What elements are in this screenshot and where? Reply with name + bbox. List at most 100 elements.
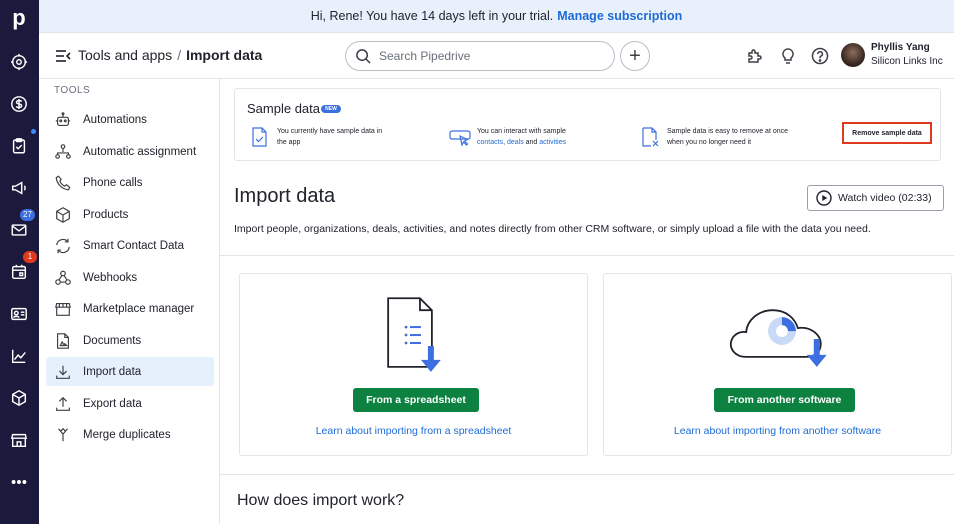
deals-link[interactable]: deals <box>507 139 524 146</box>
extensions-puzzle-icon[interactable] <box>745 46 765 66</box>
marketplace-store-icon[interactable] <box>8 429 30 451</box>
breadcrumb: Tools and apps / Import data <box>78 47 262 63</box>
sidebar-item-label: Export data <box>83 397 142 410</box>
sidebar-item-phone-calls[interactable]: Phone calls <box>46 168 214 197</box>
remove-sample-data-button[interactable]: Remove sample data <box>842 122 932 144</box>
learn-software-link[interactable]: Learn about importing from another softw… <box>604 425 951 437</box>
store-icon <box>55 302 71 316</box>
sample-feature-data: You currently have sample data in the app <box>249 126 382 148</box>
sidebar-item-import-data[interactable]: Import data <box>46 357 214 386</box>
document-check-icon <box>252 127 267 147</box>
export-icon <box>56 396 70 411</box>
user-avatar[interactable] <box>841 43 865 67</box>
sidebar-item-merge-duplicates[interactable]: Merge duplicates <box>46 420 214 449</box>
feature-text: You currently have sample data in <box>277 128 383 135</box>
calendar-count-badge: 1 <box>23 251 37 263</box>
manage-subscription-link[interactable]: Manage subscription <box>557 9 682 23</box>
feature-text: when you no longer need it <box>667 139 752 146</box>
cloud-import-illustration-icon <box>729 309 827 367</box>
contacts-link[interactable]: contacts <box>477 139 503 146</box>
sidebar-item-label: Smart Contact Data <box>83 239 184 252</box>
sidebar-item-label: Marketplace manager <box>83 302 195 315</box>
spreadsheet-import-card: From a spreadsheet Learn about importing… <box>239 273 588 456</box>
trial-banner: Hi, Rene! You have 14 days left in your … <box>39 0 954 33</box>
from-spreadsheet-button[interactable]: From a spreadsheet <box>353 388 479 412</box>
from-another-software-button[interactable]: From another software <box>714 388 855 412</box>
mail-icon[interactable] <box>8 219 30 241</box>
sidebar-item-smart-contact-data[interactable]: Smart Contact Data <box>46 231 214 260</box>
sidebar-item-label: Phone calls <box>83 176 143 189</box>
top-header: Tools and apps /Import data + Phyllis Yan… <box>39 33 954 79</box>
pipedrive-logo[interactable]: p <box>8 6 30 30</box>
learn-spreadsheet-link[interactable]: Learn about importing from a spreadsheet <box>240 425 587 437</box>
import-description: Import people, organizations, deals, act… <box>234 223 871 235</box>
breadcrumb-separator: / <box>177 47 182 63</box>
feature-text: and <box>523 139 540 146</box>
sidebar-item-label: Import data <box>83 365 142 378</box>
sidebar-item-webhooks[interactable]: Webhooks <box>46 263 214 292</box>
mail-count-badge: 27 <box>20 209 35 221</box>
import-data-heading: Import data <box>234 185 336 207</box>
help-question-icon[interactable] <box>810 46 830 66</box>
feature-text: Sample data is easy to remove at once <box>667 128 789 135</box>
sidebar-item-automations[interactable]: Automations <box>46 105 214 134</box>
watch-video-label: Watch video (02:33) <box>838 192 932 204</box>
feature-text: the app <box>277 139 301 146</box>
how-import-works-heading: How does import work? <box>237 492 405 509</box>
sidebar-item-documents[interactable]: Documents <box>46 326 214 355</box>
sidebar-item-automatic-assignment[interactable]: Automatic assignment <box>46 137 214 166</box>
sample-feature-interact: You can interact with sample contacts, de… <box>449 126 566 148</box>
section-divider <box>220 255 954 256</box>
sample-data-panel: Sample data NEW You currently have sampl… <box>234 88 941 161</box>
campaigns-megaphone-icon[interactable] <box>8 177 30 199</box>
sidebar-item-label: Products <box>83 208 129 221</box>
section-divider <box>220 474 954 475</box>
webhook-icon <box>55 270 71 285</box>
page-title: Import data <box>186 47 263 63</box>
insights-chart-icon[interactable] <box>8 345 30 367</box>
play-icon <box>816 190 832 206</box>
sidebar-item-label: Webhooks <box>83 271 138 284</box>
sample-data-title: Sample data <box>247 101 320 116</box>
breadcrumb-parent[interactable]: Tools and apps <box>78 47 172 63</box>
search-input[interactable] <box>379 49 599 63</box>
software-import-card: From another software Learn about import… <box>603 273 952 456</box>
sidebar-item-label: Automatic assignment <box>83 145 197 158</box>
sidebar-item-label: Merge duplicates <box>83 428 171 441</box>
calendar-icon[interactable] <box>8 261 30 283</box>
notification-dot <box>31 129 36 134</box>
refresh-icon <box>56 238 70 253</box>
cursor-click-icon <box>449 130 471 147</box>
robot-icon <box>55 111 71 126</box>
spreadsheet-illustration-icon <box>387 297 441 372</box>
sidebar-item-label: Documents <box>83 334 142 347</box>
more-dots-icon[interactable] <box>8 471 30 493</box>
sidebar-item-products[interactable]: Products <box>46 200 214 229</box>
activities-link[interactable]: activities <box>539 139 566 146</box>
search-box[interactable] <box>345 41 615 71</box>
trial-text: Hi, Rene! You have 14 days left in your … <box>310 9 554 23</box>
sidebar-item-export-data[interactable]: Export data <box>46 389 214 418</box>
target-icon[interactable] <box>8 51 30 73</box>
import-icon <box>56 365 70 379</box>
deals-dollar-icon[interactable] <box>8 93 30 115</box>
quick-add-button[interactable]: + <box>620 41 650 71</box>
sample-feature-remove: Sample data is easy to remove at once whe… <box>639 126 788 148</box>
contacts-card-icon[interactable] <box>8 303 30 325</box>
sidebar-section-title: TOOLS <box>54 85 91 96</box>
feature-text: You can interact with sample <box>477 128 566 135</box>
app-rail: p 27 1 <box>0 0 39 524</box>
box-icon <box>56 206 70 223</box>
watch-video-button[interactable]: Watch video (02:33) <box>807 185 944 211</box>
tips-bulb-icon[interactable] <box>778 46 798 66</box>
document-icon <box>57 332 69 349</box>
phone-icon <box>55 174 71 190</box>
products-box-icon[interactable] <box>8 387 30 409</box>
assignment-icon <box>55 143 71 159</box>
collapse-menu-icon[interactable] <box>54 47 72 65</box>
search-icon <box>356 48 371 64</box>
sidebar-item-marketplace-manager[interactable]: Marketplace manager <box>46 294 214 323</box>
user-name[interactable]: Phyllis Yang <box>871 42 930 53</box>
new-badge: NEW <box>321 105 341 113</box>
tasks-clipboard-icon[interactable] <box>8 135 30 157</box>
